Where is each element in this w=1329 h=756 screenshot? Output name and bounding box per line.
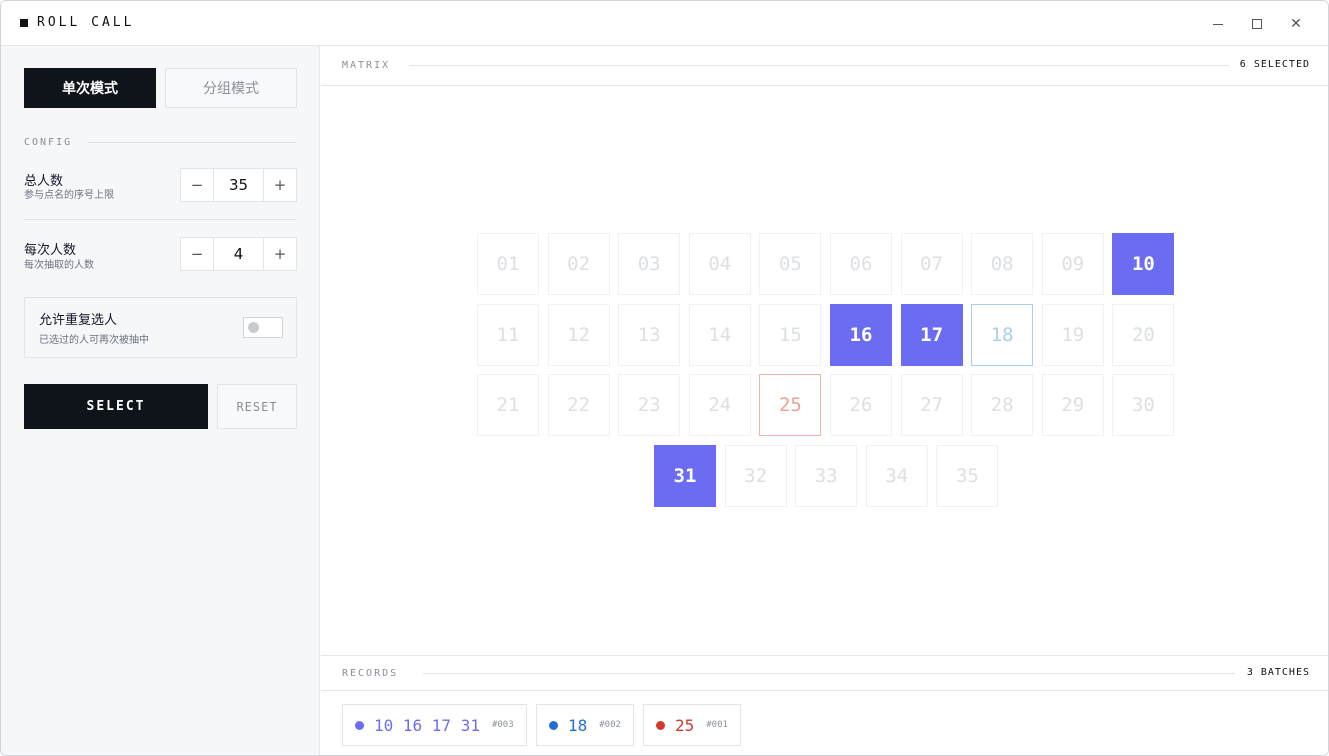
record-id: #002: [599, 720, 621, 730]
records-header: RECORDS 3 BATCHES: [321, 655, 1328, 691]
matrix-cell-30[interactable]: 30: [1112, 374, 1175, 437]
matrix-cell-04[interactable]: 04: [688, 233, 751, 295]
minimize-icon: [1213, 23, 1223, 25]
reset-button[interactable]: RESET: [217, 384, 297, 429]
matrix-cell-17[interactable]: 17: [900, 303, 963, 366]
record-dot-icon: [355, 720, 364, 730]
records-header-line: [423, 673, 1235, 674]
record-numbers: 18: [568, 715, 588, 735]
app-window: ROLL CALL ✕ 单次模式 分组模式 CONFIG 总人数 参与点名的序号…: [0, 0, 1329, 756]
matrix-label: MATRIX: [342, 60, 391, 71]
mode-single-button[interactable]: 单次模式: [24, 68, 156, 108]
number-matrix: 01 02 03 04 05 06 07 08 09 10 11 12 13 14 15 16 17 18 19 20…: [321, 87, 1328, 655]
matrix-cell-34[interactable]: 34: [865, 444, 928, 507]
field-divider: [24, 219, 297, 220]
total-value[interactable]: 35: [213, 169, 264, 201]
matrix-cell-26[interactable]: 26: [830, 374, 892, 437]
matrix-cell-32[interactable]: 32: [724, 444, 787, 507]
record-numbers: 10 16 17 31: [374, 715, 480, 735]
matrix-cell-12[interactable]: 12: [547, 303, 610, 366]
matrix-cell-09[interactable]: 09: [1041, 233, 1104, 295]
record-item[interactable]: 18 #002: [536, 704, 634, 746]
app-logo-icon: [20, 19, 28, 27]
total-decrement-button[interactable]: −: [181, 169, 213, 201]
main-panel: MATRIX 6 SELECTED 01 02 03 04 05 06 07 08 09 10 11…: [321, 46, 1328, 755]
matrix-cell-06[interactable]: 06: [830, 233, 892, 295]
select-button[interactable]: SELECT: [24, 384, 208, 429]
record-dot-icon: [656, 720, 665, 730]
matrix-cell-20[interactable]: 20: [1112, 303, 1175, 366]
records-label: RECORDS: [342, 668, 399, 679]
maximize-button[interactable]: [1245, 12, 1269, 36]
matrix-cell-23[interactable]: 23: [618, 374, 681, 437]
total-increment-button[interactable]: +: [264, 169, 296, 201]
matrix-cell-10[interactable]: 10: [1112, 233, 1175, 295]
matrix-cell-15[interactable]: 15: [759, 303, 822, 366]
matrix-cell-27[interactable]: 27: [900, 374, 963, 437]
matrix-cell-24[interactable]: 24: [688, 374, 751, 437]
matrix-cell-19[interactable]: 19: [1041, 303, 1104, 366]
app-title: ROLL CALL: [37, 15, 135, 30]
repeat-title: 允许重复选人: [39, 313, 118, 328]
matrix-header-line: [409, 65, 1229, 66]
toggle-knob: [248, 322, 259, 333]
close-icon: ✕: [1290, 16, 1302, 32]
matrix-cell-18[interactable]: 18: [971, 303, 1034, 366]
per-draw-value[interactable]: 4: [213, 238, 264, 270]
matrix-count: 6 SELECTED: [1239, 59, 1310, 70]
matrix-cell-22[interactable]: 22: [547, 374, 610, 437]
matrix-header: MATRIX 6 SELECTED: [321, 46, 1328, 86]
matrix-cell-35[interactable]: 35: [936, 444, 999, 507]
config-divider: [87, 142, 297, 143]
record-numbers: 25: [675, 715, 695, 735]
per-draw-decrement-button[interactable]: −: [181, 238, 213, 270]
per-draw-subtitle: 每次抽取的人数: [24, 260, 94, 271]
config-label: CONFIG: [24, 137, 73, 148]
total-subtitle: 参与点名的序号上限: [24, 190, 114, 201]
minimize-button[interactable]: [1206, 12, 1230, 36]
titlebar: ROLL CALL ✕: [1, 1, 1328, 46]
sidebar: 单次模式 分组模式 CONFIG 总人数 参与点名的序号上限 − 35 + 每次…: [1, 46, 320, 755]
matrix-cell-29[interactable]: 29: [1041, 374, 1104, 437]
matrix-cell-33[interactable]: 33: [795, 444, 858, 507]
repeat-toggle[interactable]: [243, 317, 283, 338]
matrix-cell-13[interactable]: 13: [618, 303, 681, 366]
per-draw-increment-button[interactable]: +: [264, 238, 296, 270]
record-item[interactable]: 25 #001: [643, 704, 741, 746]
matrix-cell-03[interactable]: 03: [618, 233, 681, 295]
matrix-cell-28[interactable]: 28: [971, 374, 1034, 437]
matrix-cell-01[interactable]: 01: [477, 233, 539, 295]
maximize-icon: [1252, 19, 1262, 29]
records-list: 10 16 17 31 #003 18 #002 25 #001: [321, 691, 1328, 755]
record-id: #003: [491, 720, 514, 730]
matrix-cell-31[interactable]: 31: [654, 444, 716, 507]
per-draw-stepper: − 4 +: [180, 237, 297, 271]
record-dot-icon: [549, 720, 558, 730]
repeat-subtitle: 已选过的人可再次被抽中: [39, 335, 149, 346]
repeat-option: 允许重复选人 已选过的人可再次被抽中: [24, 297, 297, 358]
matrix-cell-14[interactable]: 14: [688, 303, 751, 366]
record-id: #001: [706, 720, 728, 730]
record-item[interactable]: 10 16 17 31 #003: [342, 704, 527, 746]
matrix-cell-25[interactable]: 25: [759, 374, 822, 437]
matrix-cell-08[interactable]: 08: [971, 233, 1034, 295]
matrix-cell-21[interactable]: 21: [477, 374, 539, 437]
records-count: 3 BATCHES: [1246, 667, 1310, 678]
matrix-cell-05[interactable]: 05: [759, 233, 822, 295]
total-stepper: − 35 +: [180, 168, 297, 202]
matrix-cell-16[interactable]: 16: [830, 303, 892, 366]
mode-group-button[interactable]: 分组模式: [165, 68, 297, 108]
matrix-cell-07[interactable]: 07: [900, 233, 963, 295]
matrix-cell-02[interactable]: 02: [547, 233, 610, 295]
matrix-cell-11[interactable]: 11: [477, 303, 539, 366]
close-button[interactable]: ✕: [1284, 12, 1308, 36]
